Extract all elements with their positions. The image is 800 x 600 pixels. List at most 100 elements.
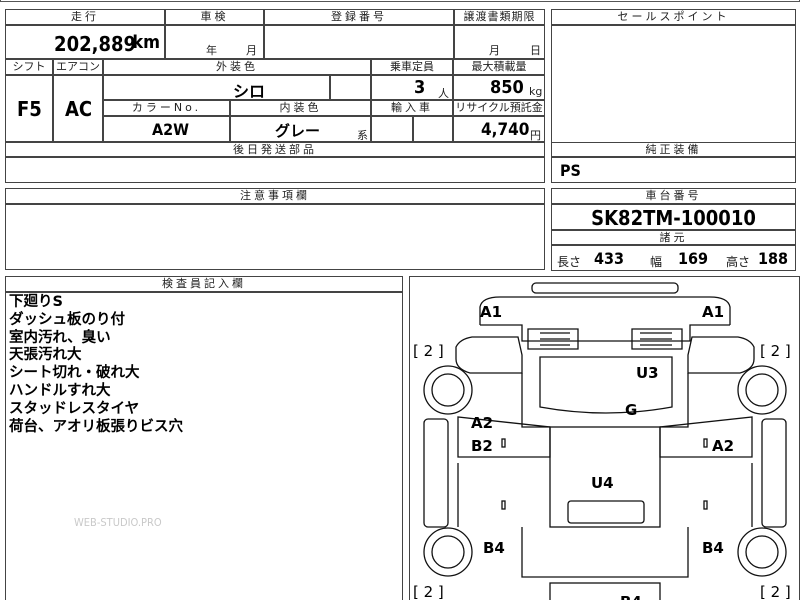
shift-header: シフト — [5, 59, 53, 75]
windshield-frame — [480, 324, 730, 342]
right-front-panel — [659, 416, 753, 458]
inspector-cell: 下廻りS ダッシュ板のり付 室内汚れ、臭い 天張汚れ大 シート切れ・破れ大 ハン… — [5, 292, 403, 600]
mileage-cell: 202,889 km — [5, 25, 165, 59]
import-cell-a — [371, 116, 413, 142]
wheel-left-top-inner — [431, 373, 465, 407]
damage-code-b4-bottom: B4 — [620, 593, 642, 600]
wheel-right-top — [737, 365, 787, 415]
notes-cell — [5, 204, 545, 270]
max-load-cell: 850 kg — [453, 75, 545, 100]
import-header: 輸入車 — [371, 100, 453, 116]
damage-code-b4-left: B4 — [483, 539, 505, 557]
specs-cell: 長さ 433 幅 169 高さ 188 — [551, 245, 796, 271]
aircon-header: エアコン — [53, 59, 103, 75]
max-load-value: 850 — [490, 77, 524, 98]
color-no-cell: A2W — [103, 116, 230, 142]
inspection-cell: 年 月 — [165, 25, 264, 59]
wheel-right-bottom-inner — [745, 535, 779, 569]
vehicle-diagram — [423, 282, 787, 600]
damage-code-a2-right: A2 — [712, 437, 735, 455]
remark-line: 下廻りS — [9, 294, 63, 310]
shift-cell: F5 — [5, 75, 53, 142]
height-value: 188 — [758, 249, 789, 268]
vent-right — [640, 332, 672, 346]
wheel-right-bottom — [737, 527, 787, 577]
capacity-header: 乗車定員 — [371, 59, 453, 75]
recycle-header: リサイクル預託金 — [453, 100, 545, 116]
recycle-value: 4,740 — [481, 120, 530, 140]
ext-color-cell: シロ — [103, 75, 330, 100]
wheel-left-top — [423, 365, 473, 415]
tire-code-right-top: [ 2 ] — [760, 342, 791, 360]
right-door-top — [687, 336, 755, 374]
remark-line: スタッドレスタイヤ — [9, 400, 140, 417]
int-color-header: 内装色 — [230, 100, 371, 116]
damage-code-a2-left: A2 — [471, 414, 494, 432]
watermark-text: WEB-STUDIO.PRO — [74, 516, 162, 529]
recycle-unit: 円 — [530, 129, 541, 142]
aircon-value: AC — [65, 97, 93, 121]
specs-header: 諸元 — [551, 230, 796, 245]
mileage-value: 202,889 — [54, 32, 136, 56]
import-cell-b — [413, 116, 453, 142]
sales-point-cell — [551, 25, 796, 143]
registration-cell — [264, 25, 454, 59]
tire-code-right-bottom: [ 2 ] — [760, 583, 791, 600]
width-label: 幅 — [650, 255, 663, 269]
width-value: 169 — [678, 249, 709, 268]
wheel-left-bottom — [423, 527, 473, 577]
mileage-unit: km — [132, 32, 160, 53]
capacity-cell: 3 人 — [371, 75, 453, 100]
tire-code-left-top: [ 2 ] — [413, 342, 444, 360]
mileage-header: 走行 — [5, 9, 165, 25]
int-color-value: グレー — [275, 122, 321, 140]
parts-header: 後日発送部品 — [5, 142, 545, 157]
wheel-right-top-inner — [745, 373, 779, 407]
remark-line: ハンドルすれ大 — [9, 382, 111, 399]
ext-color-value: シロ — [233, 82, 266, 100]
parts-cell — [5, 157, 545, 183]
capacity-value: 3 — [414, 77, 426, 98]
remark-line: 天張汚れ大 — [9, 347, 82, 364]
mark-left-2 — [501, 500, 506, 510]
transfer-cell: 月 日 — [454, 25, 545, 59]
inspection-month: 月 — [246, 44, 257, 57]
length-label: 長さ — [557, 255, 582, 269]
mark-right-2 — [703, 500, 708, 510]
length-value: 433 — [594, 249, 625, 268]
sales-point-header: セールスポイント — [551, 9, 796, 25]
inspection-header: 車検 — [165, 9, 264, 25]
inspector-header: 検査員記入欄 — [5, 276, 403, 292]
color-no-value: A2W — [152, 120, 190, 139]
transfer-day: 日 — [530, 44, 541, 57]
ext-color-extra-cell — [330, 75, 371, 100]
top-cutoff-strip — [0, 0, 800, 2]
damage-code-b4-right: B4 — [702, 539, 724, 557]
vent-left — [540, 332, 570, 346]
side-bed-lines — [457, 463, 753, 527]
ext-color-header: 外装色 — [103, 59, 371, 75]
damage-code-g: G — [625, 401, 638, 419]
color-no-header: カラーNo. — [103, 100, 230, 116]
recycle-cell: 4,740 円 — [453, 116, 545, 142]
vehicle-diagram-panel: A1 A1 [ 2 ] [ 2 ] U3 G A2 B2 A2 U4 B4 B4… — [409, 276, 800, 600]
mark-right-1 — [703, 438, 708, 448]
height-label: 高さ — [726, 255, 751, 269]
notes-header: 注意事項欄 — [5, 188, 545, 204]
remark-line: シート切れ・破れ大 — [9, 365, 140, 382]
transfer-header: 譲渡書類期限 — [454, 9, 545, 25]
rear-body — [521, 527, 689, 578]
genuine-header: 純正装備 — [551, 142, 796, 157]
mark-left-1 — [501, 438, 506, 448]
genuine-cell: PS — [551, 157, 796, 183]
damage-code-b2-left: B2 — [471, 437, 493, 455]
max-load-header: 最大積載量 — [453, 59, 545, 75]
aircon-cell: AC — [53, 75, 103, 142]
chassis-cell: SK82TM-100010 — [551, 204, 796, 230]
transfer-month: 月 — [489, 44, 500, 57]
rear-bumper — [549, 582, 661, 600]
int-color-suffix: 系 — [357, 129, 368, 142]
registration-header: 登録番号 — [264, 9, 454, 25]
body-side-lines — [521, 373, 689, 428]
inspection-year: 年 — [206, 44, 217, 57]
